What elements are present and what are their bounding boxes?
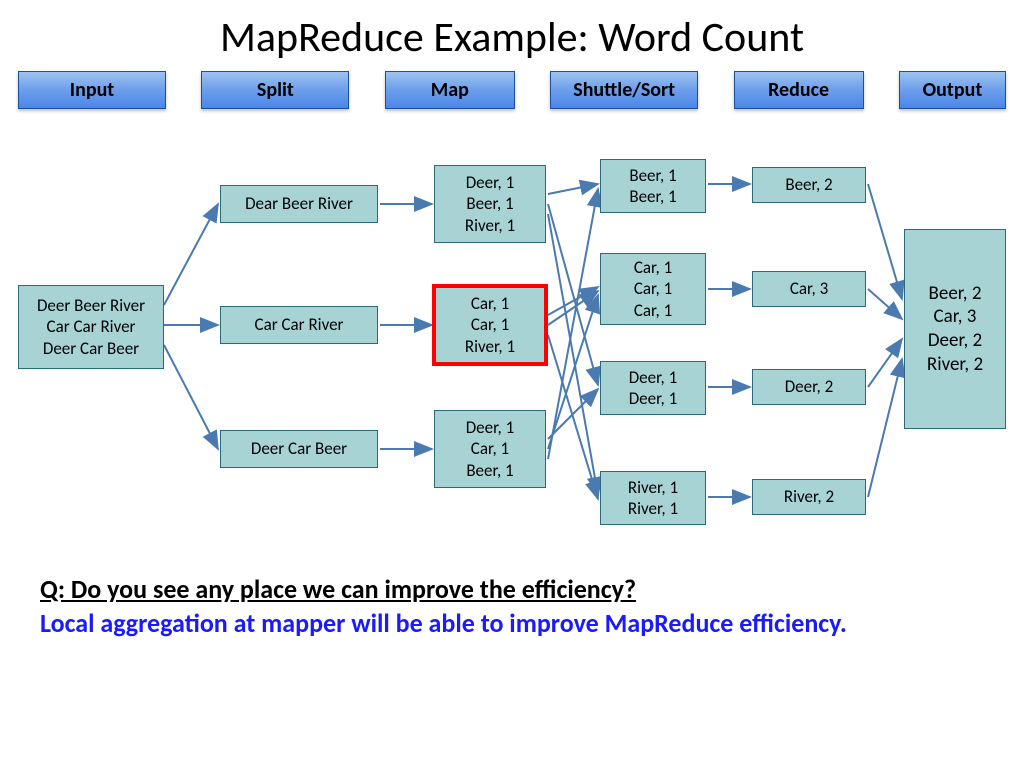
split-box-0: Dear Beer River (220, 185, 378, 223)
shuffle-box-1: Car, 1Car, 1Car, 1 (600, 253, 706, 325)
reduce-box-2: Deer, 2 (752, 369, 866, 405)
shuffle-box-3: River, 1River, 1 (600, 471, 706, 525)
input-box: Deer Beer RiverCar Car RiverDeer Car Bee… (18, 285, 164, 369)
stage-map: Map (385, 71, 515, 109)
reduce-box-0: Beer, 2 (752, 167, 866, 203)
qa-block: Q: Do you see any place we can improve t… (0, 569, 1024, 641)
split-box-2: Deer Car Beer (220, 430, 378, 468)
shuffle-box-0: Beer, 1Beer, 1 (600, 159, 706, 213)
reduce-box-3: River, 2 (752, 479, 866, 515)
stage-shuffle: Shuttle/Sort (550, 71, 698, 109)
output-box: Beer, 2Car, 3Deer, 2River, 2 (904, 229, 1006, 429)
reduce-box-1: Car, 3 (752, 271, 866, 307)
shuffle-box-2: Deer, 1Deer, 1 (600, 361, 706, 415)
map-box-0: Deer, 1Beer, 1River, 1 (434, 165, 546, 243)
stage-header-row: Input Split Map Shuttle/Sort Reduce Outp… (0, 71, 1024, 109)
stage-split: Split (201, 71, 349, 109)
mapreduce-diagram: Deer Beer RiverCar Car RiverDeer Car Bee… (0, 129, 1024, 569)
stage-reduce: Reduce (734, 71, 864, 109)
map-box-1: Car, 1Car, 1River, 1 (434, 286, 546, 364)
question-text: Q: Do you see any place we can improve t… (40, 573, 984, 607)
split-box-1: Car Car River (220, 306, 378, 344)
stage-input: Input (18, 71, 166, 109)
slide-title: MapReduce Example: Word Count (0, 12, 1024, 63)
stage-output: Output (899, 71, 1006, 109)
answer-text: Local aggregation at mapper will be able… (40, 607, 984, 641)
map-box-2: Deer, 1Car, 1Beer, 1 (434, 410, 546, 488)
